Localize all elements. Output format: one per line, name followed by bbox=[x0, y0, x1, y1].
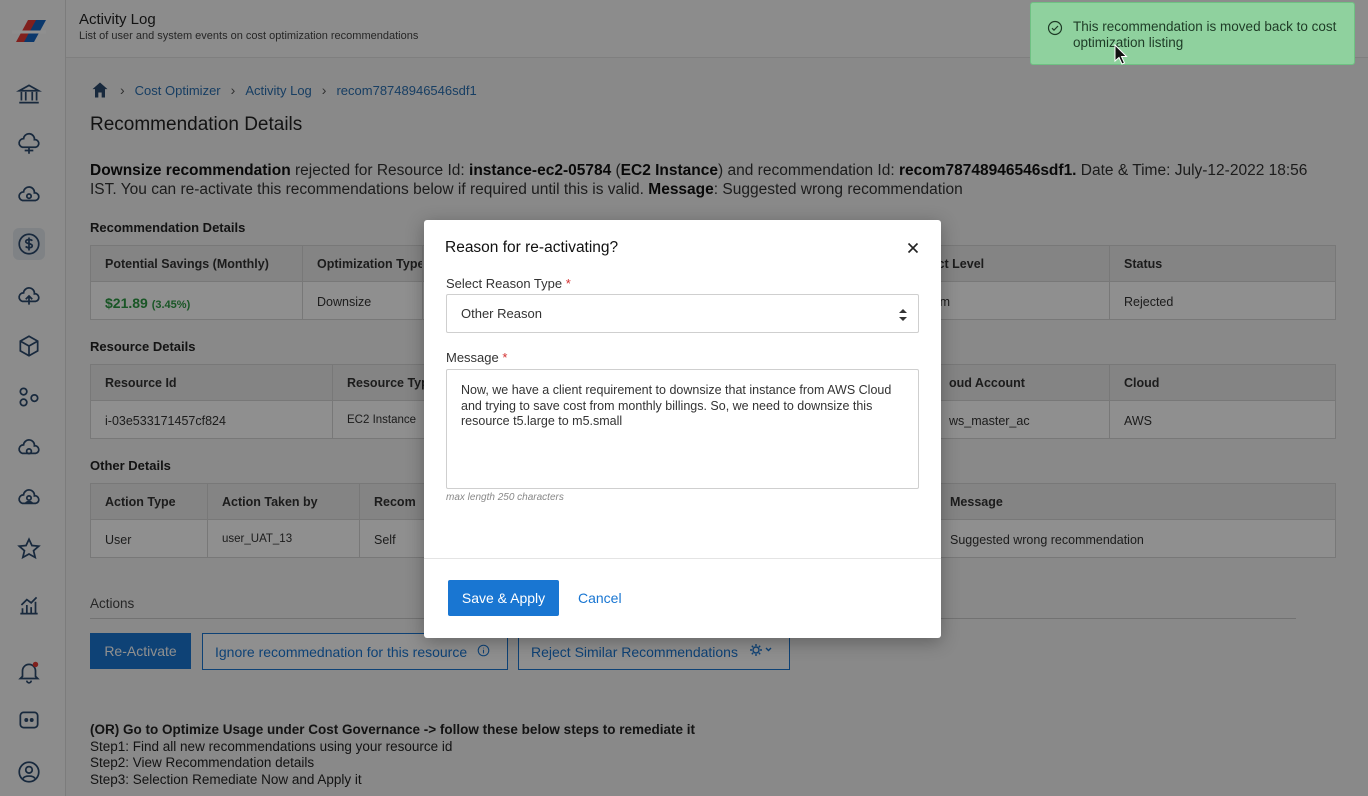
modal-title: Reason for re-activating? bbox=[445, 239, 619, 256]
toast-message: This recommendation is moved back to cos… bbox=[1073, 19, 1337, 50]
close-icon[interactable] bbox=[905, 240, 921, 256]
required-mark: * bbox=[565, 276, 571, 291]
save-apply-button[interactable]: Save & Apply bbox=[448, 580, 559, 616]
cancel-button[interactable]: Cancel bbox=[578, 590, 622, 606]
required-mark: * bbox=[502, 350, 508, 365]
success-toast[interactable]: This recommendation is moved back to cos… bbox=[1030, 2, 1355, 65]
mouse-cursor-icon bbox=[1114, 44, 1128, 65]
message-label: Message * bbox=[446, 350, 507, 365]
message-textarea[interactable]: Now, we have a client requirement to dow… bbox=[446, 369, 919, 489]
reason-type-label-text: Select Reason Type bbox=[446, 276, 563, 291]
message-label-text: Message bbox=[446, 350, 499, 365]
reason-type-value: Other Reason bbox=[461, 306, 542, 321]
reason-type-label: Select Reason Type * bbox=[446, 276, 571, 291]
reason-type-select[interactable]: Other Reason bbox=[446, 294, 919, 333]
check-circle-icon bbox=[1047, 20, 1063, 36]
select-arrows-icon bbox=[899, 309, 907, 321]
modal-divider bbox=[424, 558, 941, 559]
max-length-hint: max length 250 characters bbox=[446, 492, 564, 503]
reactivate-reason-modal: Reason for re-activating? Select Reason … bbox=[424, 220, 941, 638]
